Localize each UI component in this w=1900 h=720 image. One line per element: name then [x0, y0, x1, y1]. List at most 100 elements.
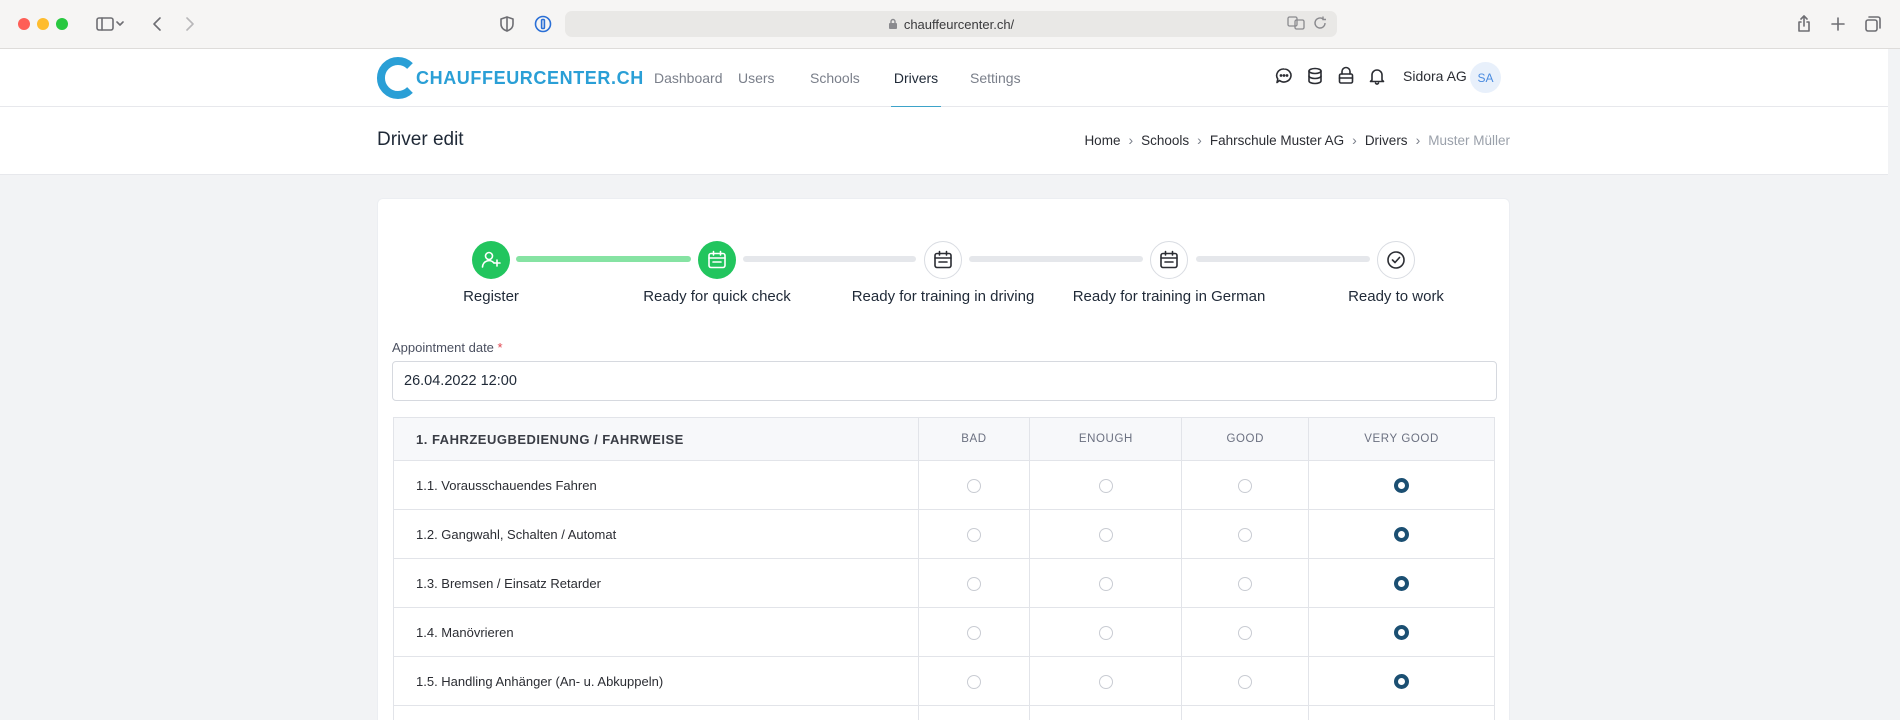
status-stepper: Register Ready for quick check Ready for…: [378, 219, 1509, 319]
table-row: 1.1. Vorausschauendes Fahren: [393, 460, 1495, 510]
back-icon[interactable]: [148, 12, 166, 36]
logo[interactable]: CHAUFFEURCENTER.CH: [376, 55, 644, 101]
step-ready-to-work[interactable]: [1377, 241, 1415, 279]
rating-cell: [1308, 558, 1495, 608]
nav-schools[interactable]: Schools: [810, 49, 894, 107]
rating-cell: [1029, 656, 1183, 706]
rating-cell: [1308, 460, 1495, 510]
nav-drivers[interactable]: Drivers: [891, 49, 941, 108]
rating-radio-bad[interactable]: [966, 576, 981, 591]
appointment-date-input[interactable]: [392, 361, 1497, 401]
rating-cell: [917, 509, 1031, 559]
table-row: 1.5. Handling Anhänger (An- u. Abkuppeln…: [393, 656, 1495, 706]
rating-radio-very-good[interactable]: [1394, 625, 1410, 641]
table-row: [393, 705, 1495, 720]
rating-cell: [1181, 558, 1310, 608]
nav-settings[interactable]: Settings: [970, 49, 1030, 107]
rating-cell: [1308, 509, 1495, 559]
rating-radio-enough[interactable]: [1098, 478, 1113, 493]
forward-icon[interactable]: [181, 12, 199, 36]
rating-cell: [1181, 509, 1310, 559]
nav-users[interactable]: Users: [738, 49, 810, 107]
sidebar-toggle-icon[interactable]: [90, 12, 130, 36]
breadcrumb-home[interactable]: Home: [1084, 133, 1120, 148]
nav-dashboard-label: Dashboard: [654, 70, 723, 86]
rating-radio-good[interactable]: [1238, 478, 1253, 493]
page-title: Driver edit: [377, 129, 464, 150]
header-icons: [1275, 66, 1386, 86]
step-connector-2: [743, 256, 916, 262]
rating-radio-very-good[interactable]: [1394, 478, 1410, 494]
rating-cell: [1308, 705, 1495, 720]
criterion-label: 1.1. Vorausschauendes Fahren: [393, 460, 919, 510]
breadcrumb-drivers[interactable]: Drivers: [1365, 133, 1408, 148]
step-label: Ready for quick check: [643, 288, 791, 305]
window-minimize-button[interactable]: [37, 18, 49, 30]
rating-radio-good[interactable]: [1238, 674, 1253, 689]
rating-cell: [1308, 656, 1495, 706]
logo-text: CHAUFFEURCENTER.CH: [416, 67, 644, 88]
rating-cell: [1181, 460, 1310, 510]
reload-icon[interactable]: [1313, 16, 1327, 30]
translate-icon[interactable]: [1287, 16, 1305, 30]
database-icon[interactable]: [1306, 66, 1324, 86]
step-training-german[interactable]: [1150, 241, 1188, 279]
breadcrumb-schools[interactable]: Schools: [1141, 133, 1189, 148]
criterion-label: 1.4. Manövrieren: [393, 607, 919, 657]
rating-radio-very-good[interactable]: [1394, 527, 1410, 543]
url-text: chauffeurcenter.ch/: [903, 16, 1015, 32]
step-register[interactable]: [472, 241, 510, 279]
rating-cell: [917, 460, 1031, 510]
table-row: 1.3. Bremsen / Einsatz Retarder: [393, 558, 1495, 608]
breadcrumb: Home › Schools › Fahrschule Muster AG › …: [1084, 132, 1510, 148]
privacy-shield-icon[interactable]: [498, 12, 516, 36]
rating-radio-bad[interactable]: [966, 478, 981, 493]
chevron-right-icon: ›: [1197, 132, 1202, 148]
rating-radio-good[interactable]: [1238, 527, 1253, 542]
rating-radio-bad[interactable]: [966, 625, 981, 640]
calendar-icon: [1160, 250, 1178, 269]
rating-radio-enough[interactable]: [1098, 527, 1113, 542]
rating-radio-enough[interactable]: [1098, 625, 1113, 640]
rating-table: 1. FAHRZEUGBEDIENUNG / FAHRWEISE BAD ENO…: [393, 417, 1495, 720]
rating-cell: [1029, 460, 1183, 510]
nav-dashboard[interactable]: Dashboard: [654, 49, 738, 107]
rating-cell: [917, 656, 1031, 706]
share-icon[interactable]: [1794, 12, 1814, 36]
step-training-driving[interactable]: [924, 241, 962, 279]
lock-bag-icon[interactable]: [1337, 66, 1355, 86]
user-plus-icon: [481, 251, 501, 268]
breadcrumb-current: Muster Müller: [1428, 132, 1510, 148]
breadcrumb-school[interactable]: Fahrschule Muster AG: [1210, 133, 1344, 148]
address-bar[interactable]: chauffeurcenter.ch/: [565, 11, 1337, 37]
column-header-bad: BAD: [917, 417, 1031, 461]
nav-users-label: Users: [738, 70, 775, 86]
browser-toolbar: chauffeurcenter.ch/: [0, 0, 1900, 49]
nav-settings-label: Settings: [970, 70, 1021, 86]
new-tab-icon[interactable]: [1828, 12, 1848, 36]
rating-radio-good[interactable]: [1238, 625, 1253, 640]
step-label: Register: [463, 288, 519, 305]
rating-radio-very-good[interactable]: [1394, 674, 1410, 690]
rating-cell: [1029, 607, 1183, 657]
rating-cell: [1181, 607, 1310, 657]
rating-radio-bad[interactable]: [966, 527, 981, 542]
step-quick-check[interactable]: [698, 241, 736, 279]
password-manager-icon[interactable]: [533, 12, 553, 36]
rating-radio-bad[interactable]: [966, 674, 981, 689]
rating-radio-good[interactable]: [1238, 576, 1253, 591]
top-navigation: CHAUFFEURCENTER.CH Dashboard Users Schoo…: [0, 49, 1888, 108]
tab-overview-icon[interactable]: [1863, 12, 1883, 36]
step-label: Ready for training in German: [1072, 288, 1266, 305]
rating-radio-very-good[interactable]: [1394, 576, 1410, 592]
lock-icon: [888, 18, 897, 29]
rating-radio-enough[interactable]: [1098, 576, 1113, 591]
avatar[interactable]: SA: [1470, 62, 1501, 93]
window-close-button[interactable]: [18, 18, 30, 30]
chat-icon[interactable]: [1275, 66, 1293, 86]
rating-radio-enough[interactable]: [1098, 674, 1113, 689]
window-zoom-button[interactable]: [56, 18, 68, 30]
org-name[interactable]: Sidora AG: [1403, 68, 1467, 84]
bell-icon[interactable]: [1368, 66, 1386, 86]
appointment-date-label: Appointment date *: [392, 340, 503, 355]
